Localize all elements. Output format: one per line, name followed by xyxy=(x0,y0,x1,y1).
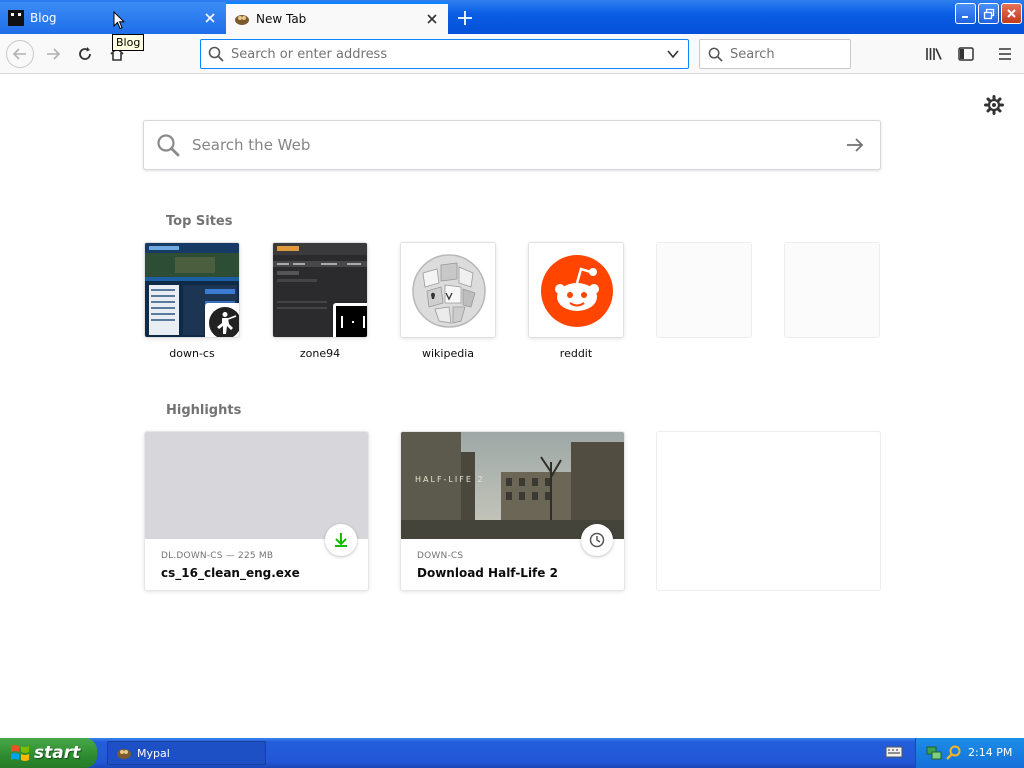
search-icon xyxy=(700,47,730,62)
tab-new-tab[interactable]: New Tab xyxy=(226,2,448,34)
library-icon xyxy=(926,48,942,60)
web-search-box[interactable] xyxy=(143,120,881,170)
taskbar-item-mypal[interactable]: Mypal xyxy=(107,741,266,765)
start-button[interactable]: start xyxy=(0,738,97,768)
address-bar[interactable] xyxy=(200,39,689,69)
menu-button[interactable] xyxy=(991,40,1019,68)
close-icon[interactable] xyxy=(420,7,444,31)
arrow-right-icon xyxy=(47,48,61,60)
close-icon xyxy=(1007,9,1016,18)
search-input[interactable] xyxy=(730,46,900,62)
top-site-tile-empty[interactable] xyxy=(784,242,880,338)
highlights-heading: Highlights xyxy=(166,403,242,418)
top-site-tile-wikipedia[interactable] xyxy=(400,242,496,338)
chevron-down-icon[interactable] xyxy=(658,47,688,61)
search-icon xyxy=(144,133,192,157)
tab-tooltip: Blog xyxy=(112,34,145,51)
top-site-tile-reddit[interactable] xyxy=(528,242,624,338)
reload-icon xyxy=(79,47,91,60)
windows-logo-icon xyxy=(11,745,29,761)
tab-label: New Tab xyxy=(256,12,307,26)
top-site-tile-down-cs[interactable] xyxy=(144,242,240,338)
minimize-button[interactable] xyxy=(955,3,976,24)
highlight-card-cs16[interactable]: DL.DOWN-CS — 225 MB cs_16_clean_eng.exe xyxy=(144,431,369,591)
network-icon[interactable] xyxy=(926,745,942,761)
svg-text:HALF-LIFE 2: HALF-LIFE 2 xyxy=(415,475,485,484)
card-thumbnail: HALF-LIFE 2 xyxy=(401,432,624,539)
wikipedia-globe-icon xyxy=(401,243,495,337)
window-close-button[interactable] xyxy=(1001,3,1022,24)
arrow-left-icon xyxy=(12,48,26,60)
top-site-label: zone94 xyxy=(299,347,341,360)
system-tray: 2:14 PM xyxy=(915,738,1024,768)
mypal-favicon-icon xyxy=(235,15,249,25)
minimize-icon xyxy=(961,15,968,18)
reddit-icon xyxy=(529,243,623,337)
start-label: start xyxy=(34,743,81,763)
top-site-tile-empty[interactable] xyxy=(656,242,752,338)
mypal-app-icon xyxy=(117,749,131,759)
new-tab-button[interactable] xyxy=(452,5,478,31)
new-tab-page: Top Sites down-cs xyxy=(0,75,1024,738)
navigation-toolbar xyxy=(0,34,1024,74)
windows-taskbar: start Mypal 2:14 PM xyxy=(0,738,1024,768)
top-site-label: wikipedia xyxy=(421,347,474,360)
gear-icon[interactable] xyxy=(984,95,1004,115)
top-site-tile-zone94[interactable] xyxy=(272,242,368,338)
card-source: DL.DOWN-CS — 225 MB xyxy=(161,551,274,561)
zone94-icon xyxy=(333,303,367,337)
sidebar-button[interactable] xyxy=(952,40,980,68)
close-icon[interactable] xyxy=(198,6,222,30)
clock: 2:14 PM xyxy=(968,746,1013,759)
search-bar[interactable] xyxy=(699,39,900,69)
arrow-right-icon[interactable] xyxy=(830,137,880,153)
taskbar-item-label: Mypal xyxy=(137,746,170,760)
restore-icon xyxy=(983,8,994,19)
card-source: DOWN-CS xyxy=(417,551,464,561)
reload-button[interactable] xyxy=(71,40,99,68)
library-button[interactable] xyxy=(920,40,948,68)
tab-strip: Blog New Tab xyxy=(0,0,1024,34)
top-sites-heading: Top Sites xyxy=(166,214,233,229)
sidebar-icon xyxy=(958,47,974,61)
plus-icon xyxy=(458,11,472,25)
top-site-label: down-cs xyxy=(169,347,215,360)
download-icon xyxy=(325,524,357,556)
back-button[interactable] xyxy=(6,40,34,68)
card-thumbnail xyxy=(145,432,368,539)
top-site-label: reddit xyxy=(559,347,593,360)
highlight-card-half-life-2[interactable]: HALF-LIFE 2 DOWN-CS Download Half-Life 2 xyxy=(400,431,625,591)
forward-button[interactable] xyxy=(39,40,67,68)
web-search-input[interactable] xyxy=(192,136,830,154)
hamburger-menu-icon xyxy=(999,48,1011,60)
search-icon[interactable] xyxy=(946,745,962,761)
search-icon xyxy=(201,46,231,62)
clock-icon xyxy=(581,524,613,556)
mouse-cursor-icon xyxy=(113,11,125,30)
blog-favicon-icon xyxy=(8,10,24,26)
highlight-card-empty xyxy=(656,431,881,591)
card-title: Download Half-Life 2 xyxy=(417,566,558,580)
maximize-button[interactable] xyxy=(978,3,999,24)
url-input[interactable] xyxy=(231,46,658,62)
counter-strike-icon xyxy=(205,303,239,337)
card-title: cs_16_clean_eng.exe xyxy=(161,566,300,580)
keyboard-icon[interactable] xyxy=(885,745,903,759)
